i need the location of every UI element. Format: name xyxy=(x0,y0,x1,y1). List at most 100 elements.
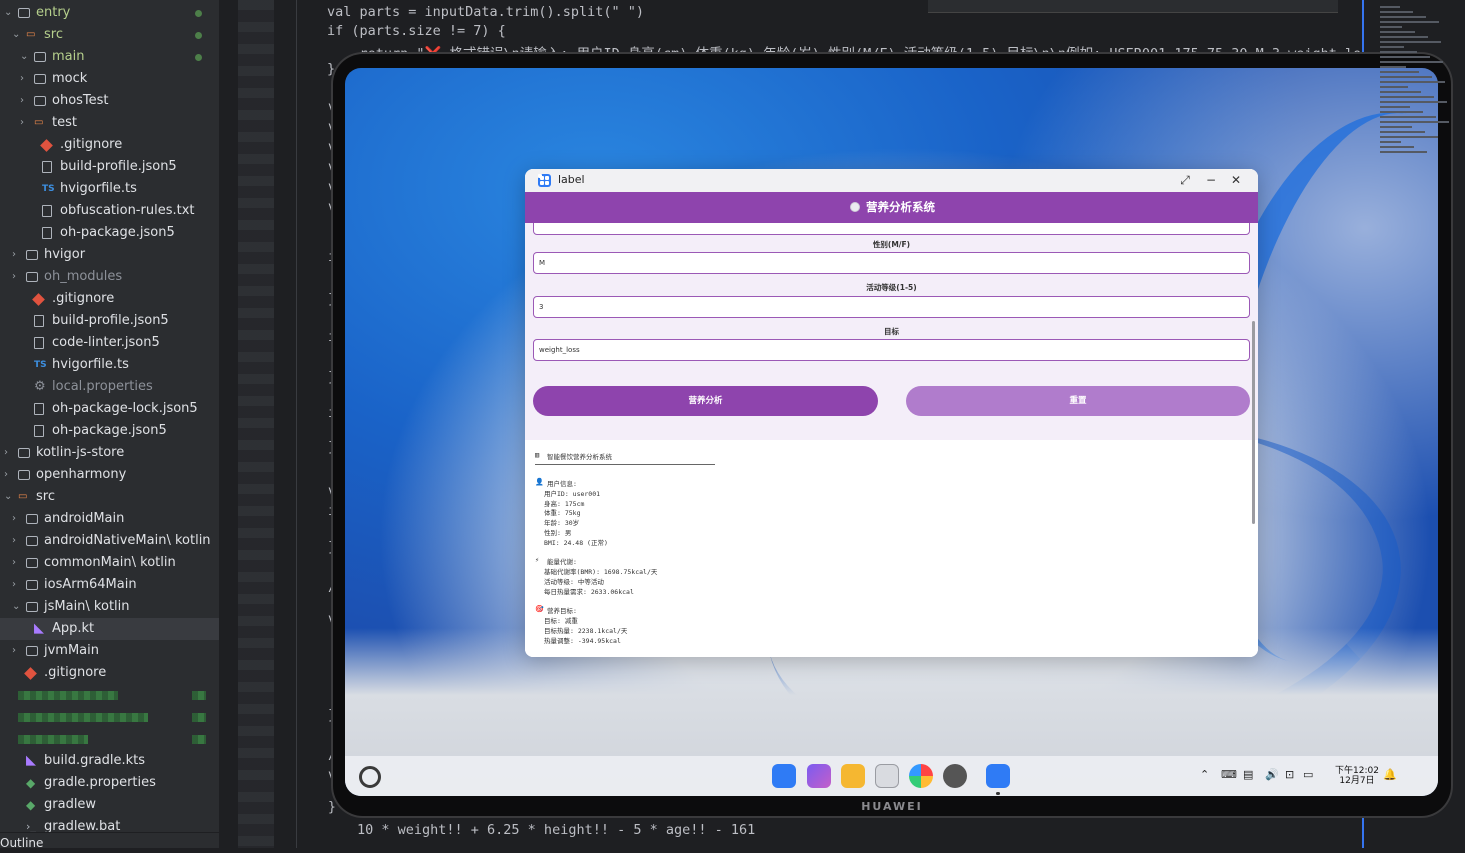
code-line[interactable]: val parts = inputData.trim().split(" ") xyxy=(327,4,644,20)
chevron-down-icon[interactable]: ⌄ xyxy=(4,2,14,24)
chevron-right-icon[interactable]: › xyxy=(12,244,22,266)
tree-item[interactable]: ⌄ ▭ src xyxy=(0,486,219,508)
tree-item[interactable]: ◆ gradle.properties xyxy=(0,772,219,794)
gradle-icon: ◆ xyxy=(26,776,36,790)
tree-item-label: .gitignore xyxy=(44,665,107,680)
gender-input[interactable]: M xyxy=(533,252,1250,274)
reset-button[interactable]: 重置 xyxy=(906,386,1250,416)
chevron-down-icon[interactable]: ⌄ xyxy=(4,486,14,508)
settings-icon[interactable] xyxy=(943,764,967,788)
previous-field-input[interactable] xyxy=(533,223,1250,235)
chevron-right-icon[interactable]: › xyxy=(20,112,30,134)
battery-icon[interactable]: ▭ xyxy=(1303,768,1313,781)
start-button[interactable] xyxy=(359,766,381,788)
tree-item[interactable]: ◆ gradlew xyxy=(0,794,219,816)
folder-icon xyxy=(18,470,30,480)
input-method-icon[interactable]: ⌨ xyxy=(1221,768,1237,781)
chevron-right-icon[interactable]: › xyxy=(12,574,22,596)
analysis-result-panel[interactable]: ▥ 智能餐饮营养分析系统 👤 用户信息: 用户ID: user001 身高: 175c… xyxy=(525,440,1258,657)
chevron-right-icon[interactable]: › xyxy=(12,266,22,288)
restore-button[interactable]: ⤢ xyxy=(1177,172,1193,188)
minimize-button[interactable]: − xyxy=(1203,172,1219,188)
code-line[interactable]: 10 * weight!! + 6.25 * height!! - 5 * ag… xyxy=(357,822,755,838)
tree-item[interactable] xyxy=(0,706,219,728)
tree-item[interactable]: build-profile.json5 xyxy=(0,156,219,178)
tree-item[interactable]: ⌄ ▭ src xyxy=(0,24,219,46)
tree-item[interactable]: ◣ App.kt xyxy=(0,618,219,640)
minimap-line xyxy=(1380,21,1439,23)
tree-item[interactable]: › commonMain\ kotlin xyxy=(0,552,219,574)
goal-input[interactable]: weight_loss xyxy=(533,339,1250,361)
chevron-right-icon[interactable]: › xyxy=(12,640,22,662)
chevron-right-icon[interactable]: › xyxy=(12,552,22,574)
scrollbar[interactable] xyxy=(1252,321,1255,524)
tree-item[interactable]: › hvigor xyxy=(0,244,219,266)
chevron-right-icon[interactable]: › xyxy=(4,442,14,464)
label-app-icon[interactable] xyxy=(986,764,1010,788)
app-grid-icon[interactable] xyxy=(772,764,796,788)
tree-item[interactable]: ◣ build.gradle.kts xyxy=(0,750,219,772)
chevron-right-icon[interactable]: › xyxy=(4,464,14,486)
tree-item[interactable]: › mock xyxy=(0,68,219,90)
code-line[interactable]: if (parts.size != 7) { xyxy=(327,23,506,39)
tree-item[interactable]: › iosArm64Main xyxy=(0,574,219,596)
tree-item[interactable]: › ▭ test xyxy=(0,112,219,134)
file-icon xyxy=(42,227,52,239)
tree-item[interactable]: oh-package-lock.json5 xyxy=(0,398,219,420)
tree-item[interactable]: ⚙ local.properties xyxy=(0,376,219,398)
chevron-down-icon[interactable]: ⌄ xyxy=(20,46,30,68)
tree-item-label: oh-package-lock.json5 xyxy=(52,401,198,416)
tree-item[interactable]: › androidMain xyxy=(0,508,219,530)
multitask-icon[interactable] xyxy=(807,764,831,788)
activity-level-input[interactable]: 3 xyxy=(533,296,1250,318)
volume-icon[interactable]: 🔊 xyxy=(1265,768,1279,781)
tree-item[interactable] xyxy=(0,728,219,750)
project-tree[interactable]: ⌄ entry ⌄ ▭ src ⌄ main › mock › ohosTest › ▭ test .git… xyxy=(0,0,220,848)
gallery-icon[interactable] xyxy=(909,764,933,788)
tree-item[interactable]: ⌄ entry xyxy=(0,2,219,24)
tree-item[interactable]: TS hvigorfile.ts xyxy=(0,354,219,376)
chevron-right-icon[interactable]: › xyxy=(20,68,30,90)
source-folder-icon: ▭ xyxy=(18,491,28,502)
result-heading: 智能餐饮营养分析系统 xyxy=(547,453,612,461)
clipboard-icon[interactable]: ▤ xyxy=(1243,768,1253,781)
notification-bell-icon[interactable]: 🔔 xyxy=(1383,768,1397,781)
tree-item[interactable]: › jvmMain xyxy=(0,640,219,662)
close-button[interactable]: ✕ xyxy=(1228,172,1244,188)
file-icon xyxy=(34,425,44,437)
network-icon[interactable]: ⊡ xyxy=(1285,768,1294,781)
tree-item[interactable]: ⌄ jsMain\ kotlin xyxy=(0,596,219,618)
minimap-line xyxy=(1380,131,1425,133)
tree-item[interactable]: › kotlin-js-store xyxy=(0,442,219,464)
tree-item[interactable]: oh-package.json5 xyxy=(0,420,219,442)
tree-item[interactable]: obfuscation-rules.txt xyxy=(0,200,219,222)
tree-item[interactable]: › openharmony xyxy=(0,464,219,486)
result-line: 热量调整: -394.95kcal xyxy=(544,636,621,645)
tree-item[interactable]: ⌄ main xyxy=(0,46,219,68)
tree-item[interactable] xyxy=(0,684,219,706)
run-toolbar[interactable] xyxy=(928,0,1338,13)
tree-item[interactable]: › androidNativeMain\ kotlin xyxy=(0,530,219,552)
kotlin-icon: ◣ xyxy=(34,621,44,636)
window-titlebar[interactable]: label ⤢ − ✕ xyxy=(525,169,1258,192)
tree-item[interactable]: build-profile.json5 xyxy=(0,310,219,332)
tree-item[interactable]: › oh_modules xyxy=(0,266,219,288)
tree-item[interactable]: .gitignore xyxy=(0,288,219,310)
chevron-down-icon[interactable]: ⌄ xyxy=(12,24,22,46)
tree-item[interactable]: .gitignore xyxy=(0,134,219,156)
chevron-up-icon[interactable]: ⌃ xyxy=(1200,768,1209,781)
tree-item[interactable]: › ohosTest xyxy=(0,90,219,112)
files-icon[interactable] xyxy=(841,764,865,788)
tree-item[interactable]: TS hvigorfile.ts xyxy=(0,178,219,200)
tree-item[interactable]: oh-package.json5 xyxy=(0,222,219,244)
tree-item[interactable]: .gitignore xyxy=(0,662,219,684)
tree-item[interactable]: code-linter.json5 xyxy=(0,332,219,354)
chevron-down-icon[interactable]: ⌄ xyxy=(12,596,22,618)
chevron-right-icon[interactable]: › xyxy=(12,530,22,552)
taskbar-clock[interactable]: 下午12:02 12月7日 xyxy=(1335,766,1379,786)
outline-tab[interactable]: Outline xyxy=(0,832,219,850)
chevron-right-icon[interactable]: › xyxy=(20,90,30,112)
chevron-right-icon[interactable]: › xyxy=(12,508,22,530)
analyze-button[interactable]: 营养分析 xyxy=(533,386,878,416)
trash-icon[interactable] xyxy=(875,764,899,788)
